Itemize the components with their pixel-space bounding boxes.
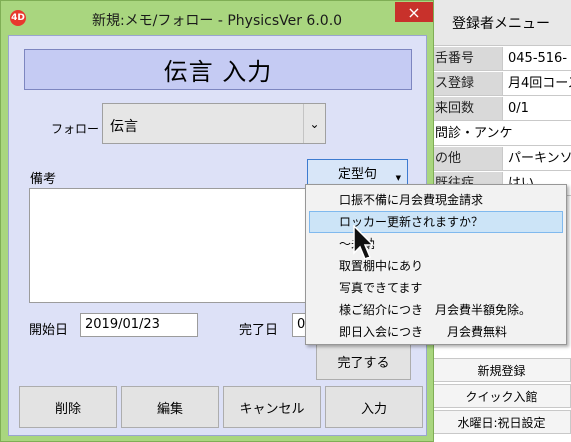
template-phrase-button[interactable]: 定型句 ▼ xyxy=(307,159,408,186)
follow-selected-value: 伝言 xyxy=(110,119,138,135)
remarks-label: 備考 xyxy=(30,172,57,187)
bg-row-label: の他 xyxy=(431,147,502,170)
enter-button[interactable]: 入力 xyxy=(325,386,423,428)
menu-item[interactable]: ～未納 xyxy=(309,233,563,255)
bg-info-row: 来回数 0/1 xyxy=(431,97,571,121)
menu-item[interactable]: 口振不備に月会費現金請求 xyxy=(309,189,563,211)
bg-row-label: ス登録 xyxy=(431,72,502,95)
menu-item[interactable]: 即日入会につき 月会費無料 xyxy=(309,321,563,343)
bg-row-value: 045-516- xyxy=(502,47,571,70)
menu-item-highlighted[interactable]: ロッカー更新されますか？ xyxy=(309,211,563,233)
remarks-textarea[interactable] xyxy=(29,188,319,303)
close-icon: × xyxy=(407,2,421,22)
cancel-button[interactable]: キャンセル xyxy=(223,386,321,428)
template-phrase-label: 定型句 xyxy=(337,167,377,182)
template-phrase-menu: 口振不備に月会費現金請求 ロッカー更新されますか？ ～未納 取置棚中にあり 写真… xyxy=(305,184,567,345)
menu-item[interactable]: 様ご紹介につき 月会費半額免除。 xyxy=(309,299,563,321)
bg-row-label: 来回数 xyxy=(431,97,502,120)
bg-row-value: 月4回コース xyxy=(502,72,571,95)
menu-item[interactable]: 写真できてます xyxy=(309,277,563,299)
title-bar[interactable]: 4D 新規:メモ/フォロー - PhysicsVer 6.0.0 × xyxy=(1,1,433,35)
bg-row-value: パーキンソン病 xyxy=(502,147,571,170)
bg-section-title: 問診・アンケ xyxy=(431,122,571,146)
start-date-input[interactable]: 2019/01/23 xyxy=(80,313,198,337)
dropdown-caret-icon: ▼ xyxy=(395,174,401,182)
bg-info-row: 舌番号 045-516- xyxy=(431,47,571,71)
bg-menu-header: 登録者メニュー xyxy=(431,0,571,46)
bg-row-label: 舌番号 xyxy=(431,47,502,70)
delete-button[interactable]: 削除 xyxy=(19,386,117,428)
mouse-cursor-icon xyxy=(353,225,375,260)
follow-select[interactable]: 伝言 ⌄ xyxy=(102,103,326,144)
complete-button[interactable]: 完了する xyxy=(316,343,411,380)
bg-info-row: の他 パーキンソン病 xyxy=(431,147,571,171)
menu-item[interactable]: 取置棚中にあり xyxy=(309,255,563,277)
bg-new-registration-button[interactable]: 新規登録 xyxy=(432,358,571,382)
bg-holiday-settings-button[interactable]: 水曜日:祝日設定 xyxy=(432,410,571,434)
page-title: 伝言 入力 xyxy=(24,49,412,90)
bg-quick-entry-button[interactable]: クイック入館 xyxy=(432,384,571,408)
chevron-down-icon: ⌄ xyxy=(303,104,325,143)
window-title: 新規:メモ/フォロー - PhysicsVer 6.0.0 xyxy=(91,13,343,29)
end-date-label: 完了日 xyxy=(239,323,279,338)
follow-label: フォロー xyxy=(51,122,100,136)
close-button[interactable]: × xyxy=(395,2,433,22)
edit-button[interactable]: 編集 xyxy=(121,386,219,428)
start-date-label: 開始日 xyxy=(29,323,69,338)
bg-info-row: ス登録 月4回コース xyxy=(431,72,571,96)
bg-row-value: 0/1 xyxy=(502,97,571,120)
